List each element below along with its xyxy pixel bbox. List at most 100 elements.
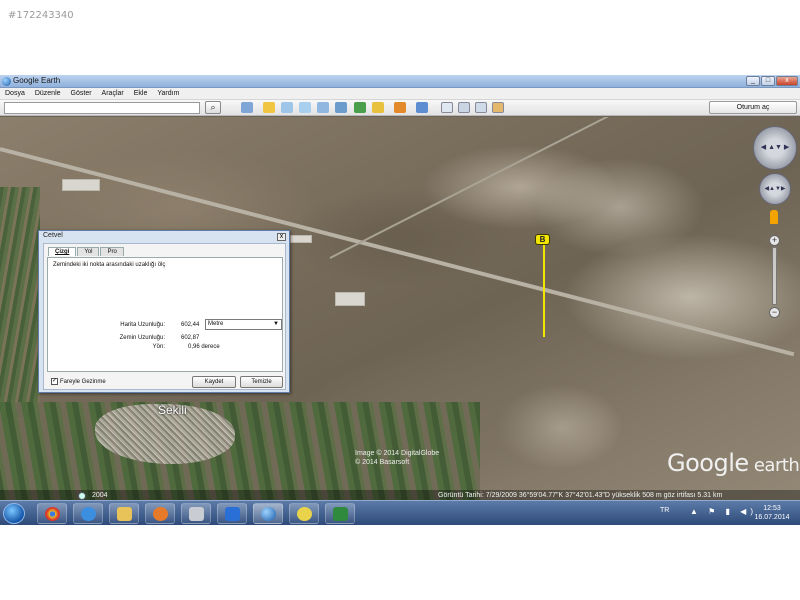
zoom-in-button[interactable]: + [769,235,780,246]
taskbar-chrome[interactable] [37,503,67,524]
ruler-endpoint-marker[interactable]: B [535,234,550,245]
sunlight-icon[interactable] [372,102,384,113]
window-controls: _ □ x [746,76,798,86]
taskbar-teamviewer[interactable] [217,503,247,524]
internet-explorer-icon [81,507,96,521]
historical-imagery-status-icon[interactable] [78,492,86,500]
menu-view[interactable]: Göster [66,88,97,99]
ruler-line [543,239,545,337]
ruler-dialog-title: Cetvel [43,232,63,239]
image-overlay-icon[interactable] [317,102,329,113]
farm-fields-left [0,187,40,417]
placemark-icon[interactable] [263,102,275,113]
path-icon[interactable] [299,102,311,113]
credits-line-2: © 2014 Basarsoft [355,459,410,466]
print-icon[interactable] [458,102,470,113]
ruler-instruction: Zemindeki iki nokta arasındaki uzaklığı … [53,262,166,268]
ground-length-label: Zemin Uzunluğu: [119,335,165,341]
search-input[interactable] [4,102,200,114]
logo-sub: earth [748,455,800,476]
save-image-icon[interactable] [475,102,487,113]
tab-path[interactable]: Yol [77,247,100,256]
taskbar-clock[interactable]: 12:53 16.07.2014 [752,504,792,522]
window-title: Google Earth [13,76,61,85]
taskbar-google-earth[interactable] [253,503,283,524]
map-length-label: Harita Uzunluğu: [120,322,165,328]
facility-building [290,235,312,243]
start-button[interactable] [3,503,25,524]
ruler-close-button[interactable]: x [277,233,286,241]
menu-add[interactable]: Ekle [129,88,153,99]
tab-pro[interactable]: Pro [100,247,124,256]
menu-bar: Dosya Düzenle Göster Araçlar Ekle Yardım [0,88,800,100]
sidebar-toggle-icon[interactable] [241,102,253,113]
menu-edit[interactable]: Düzenle [30,88,66,99]
email-icon[interactable] [441,102,453,113]
mouse-navigation-toggle[interactable]: ✓ Fareyle Gezinme [51,378,106,385]
close-button[interactable]: x [776,76,798,86]
zoom-out-button[interactable]: − [769,307,780,318]
windows-taskbar: TR ▲ ⚑ ▮ ◀) 12:53 16.07.2014 [0,500,800,525]
toolbar: ⌕ Oturum aç [0,100,800,116]
menu-file[interactable]: Dosya [0,88,30,99]
language-indicator[interactable]: TR [660,507,669,514]
tab-line[interactable]: Çizgi [48,247,77,256]
teamviewer-icon [225,507,240,521]
folder-icon [117,507,132,521]
polygon-icon[interactable] [281,102,293,113]
ruler-dialog-body: Çizgi Yol Pro Zemindeki iki nokta arasın… [43,243,286,390]
taskbar-media[interactable] [145,503,175,524]
excel-icon [333,507,348,521]
ruler-icon[interactable] [416,102,428,113]
system-tray-icons[interactable]: ▲ ⚑ ▮ ◀) [690,507,757,516]
credits-line-1: Image © 2014 DigitalGlobe [355,450,440,457]
media-player-icon [153,507,168,521]
move-joystick[interactable]: ◀▲▼▶ [759,173,791,205]
heading-value: 0,96 derece [188,344,220,350]
imagery-year: 2004 [92,492,108,499]
facility-building [62,179,100,191]
google-earth-icon [261,507,276,521]
tour-icon[interactable] [335,102,347,113]
listing-id: #172243340 [8,10,74,21]
title-bar[interactable]: Google Earth _ □ x [0,75,800,88]
maximize-button[interactable]: □ [761,76,775,86]
taskbar-calculator[interactable] [181,503,211,524]
mouse-navigation-checkbox[interactable]: ✓ [51,378,58,385]
google-earth-logo: Google earth [667,449,800,477]
ruler-dialog: Cetvel x Çizgi Yol Pro Zemindeki iki nok… [38,230,290,393]
town-label[interactable]: Sekili [158,403,187,417]
chrome-icon [45,507,60,521]
menu-tools[interactable]: Araçlar [97,88,129,99]
minimize-button[interactable]: _ [746,76,760,86]
signin-button[interactable]: Oturum aç [709,101,797,114]
search-icon[interactable]: ⌕ [205,101,221,114]
facility-building [335,292,365,306]
taskbar-ie[interactable] [73,503,103,524]
imagery-credits: Image © 2014 DigitalGlobe © 2014 Basarso… [355,449,439,467]
status-info: Görüntü Tarihi: 7/29/2009 36°59'04.77"K … [438,492,723,499]
taskbar-explorer[interactable] [109,503,139,524]
clock-date: 16.07.2014 [754,514,790,521]
map-length-value: 602,44 [181,322,200,328]
look-joystick[interactable]: ◀ ▲▼ ▶ [753,126,797,170]
chevron-down-icon: ▼ [273,321,279,327]
street-view-pegman-icon[interactable] [770,210,778,224]
line-tab-panel: Zemindeki iki nokta arasındaki uzaklığı … [47,257,283,372]
screenshot-root: #172243340 Google Earth _ □ x Dosya Düze… [0,0,800,600]
ruler-tabs: Çizgi Yol Pro [48,247,125,256]
google-maps-icon[interactable] [492,102,504,113]
taskbar-sun-app[interactable] [289,503,319,524]
clock-time: 12:53 [763,505,781,512]
clear-button[interactable]: Temizle [240,376,283,388]
unit-select[interactable]: Metre ▼ [205,319,282,330]
historical-imagery-icon[interactable] [354,102,366,113]
ground-length-value: 602,87 [181,335,200,341]
sun-icon [297,507,312,521]
menu-help[interactable]: Yardım [152,88,184,99]
save-button[interactable]: Kaydet [192,376,236,388]
calculator-icon [189,507,204,521]
taskbar-excel[interactable] [325,503,355,524]
zoom-slider[interactable] [772,247,777,305]
planets-icon[interactable] [394,102,406,113]
